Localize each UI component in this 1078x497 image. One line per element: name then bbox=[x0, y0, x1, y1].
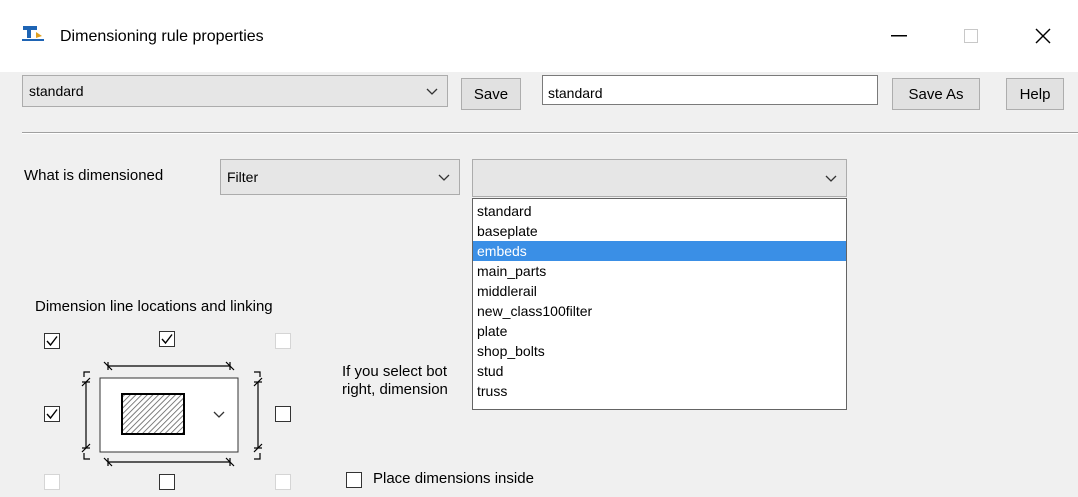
rule-name-field[interactable]: standard bbox=[542, 75, 878, 105]
dimension-lines-heading: Dimension line locations and linking bbox=[35, 298, 273, 315]
save-as-button[interactable]: Save As bbox=[892, 78, 980, 110]
chevron-down-icon bbox=[438, 174, 450, 181]
what-dimensioned-label: What is dimensioned bbox=[24, 167, 164, 184]
dimension-type-value: Filter bbox=[227, 169, 259, 185]
filter-option-plate[interactable]: plate bbox=[473, 321, 846, 341]
filter-option-baseplate[interactable]: baseplate bbox=[473, 221, 846, 241]
filter-option-main-parts[interactable]: main_parts bbox=[473, 261, 846, 281]
dimension-type-select[interactable]: Filter bbox=[220, 159, 460, 195]
info-text: If you select bot right, dimension bbox=[342, 363, 448, 399]
filter-option-truss[interactable]: truss bbox=[473, 381, 846, 401]
rule-select-value: standard bbox=[29, 83, 84, 99]
close-button[interactable] bbox=[1020, 18, 1066, 54]
place-inside-checkbox[interactable] bbox=[346, 472, 362, 488]
dimension-app-icon bbox=[22, 26, 44, 41]
filter-dropdown-list[interactable]: standard baseplate embeds main_parts mid… bbox=[472, 198, 847, 410]
checkmark-icon bbox=[46, 409, 58, 420]
maximize-button bbox=[948, 18, 994, 54]
filter-option-new-class100filter[interactable]: new_class100filter bbox=[473, 301, 846, 321]
rule-select[interactable]: standard bbox=[22, 75, 448, 107]
bottom-left-checkbox bbox=[44, 474, 60, 490]
chevron-down-icon bbox=[426, 88, 438, 95]
chevron-down-icon bbox=[825, 175, 837, 182]
maximize-icon bbox=[964, 29, 978, 43]
filter-option-standard[interactable]: standard bbox=[473, 201, 846, 221]
bottom-center-checkbox[interactable] bbox=[159, 474, 175, 490]
top-right-checkbox bbox=[275, 333, 291, 349]
bottom-right-checkbox bbox=[275, 474, 291, 490]
middle-right-checkbox[interactable] bbox=[275, 406, 291, 422]
minimize-icon bbox=[891, 35, 907, 37]
rule-name-value: standard bbox=[548, 85, 603, 101]
close-icon bbox=[1035, 28, 1051, 44]
place-inside-label: Place dimensions inside bbox=[373, 470, 534, 487]
filter-option-embeds[interactable]: embeds bbox=[473, 241, 846, 261]
info-text-line2: right, dimension bbox=[342, 381, 448, 398]
dimension-diagram bbox=[81, 361, 263, 467]
middle-left-checkbox[interactable] bbox=[44, 406, 60, 422]
filter-select[interactable] bbox=[472, 159, 847, 197]
filter-option-shop-bolts[interactable]: shop_bolts bbox=[473, 341, 846, 361]
separator bbox=[22, 132, 1078, 134]
help-button[interactable]: Help bbox=[1006, 78, 1064, 110]
checkmark-icon bbox=[46, 336, 58, 347]
minimize-button[interactable] bbox=[876, 18, 922, 54]
window-title: Dimensioning rule properties bbox=[60, 28, 264, 45]
filter-option-middlerail[interactable]: middlerail bbox=[473, 281, 846, 301]
checkmark-icon bbox=[161, 334, 173, 345]
save-button[interactable]: Save bbox=[461, 78, 521, 110]
filter-option-stud[interactable]: stud bbox=[473, 361, 846, 381]
top-center-checkbox[interactable] bbox=[159, 331, 175, 347]
info-text-line1: If you select bot bbox=[342, 363, 448, 380]
top-left-checkbox[interactable] bbox=[44, 333, 60, 349]
